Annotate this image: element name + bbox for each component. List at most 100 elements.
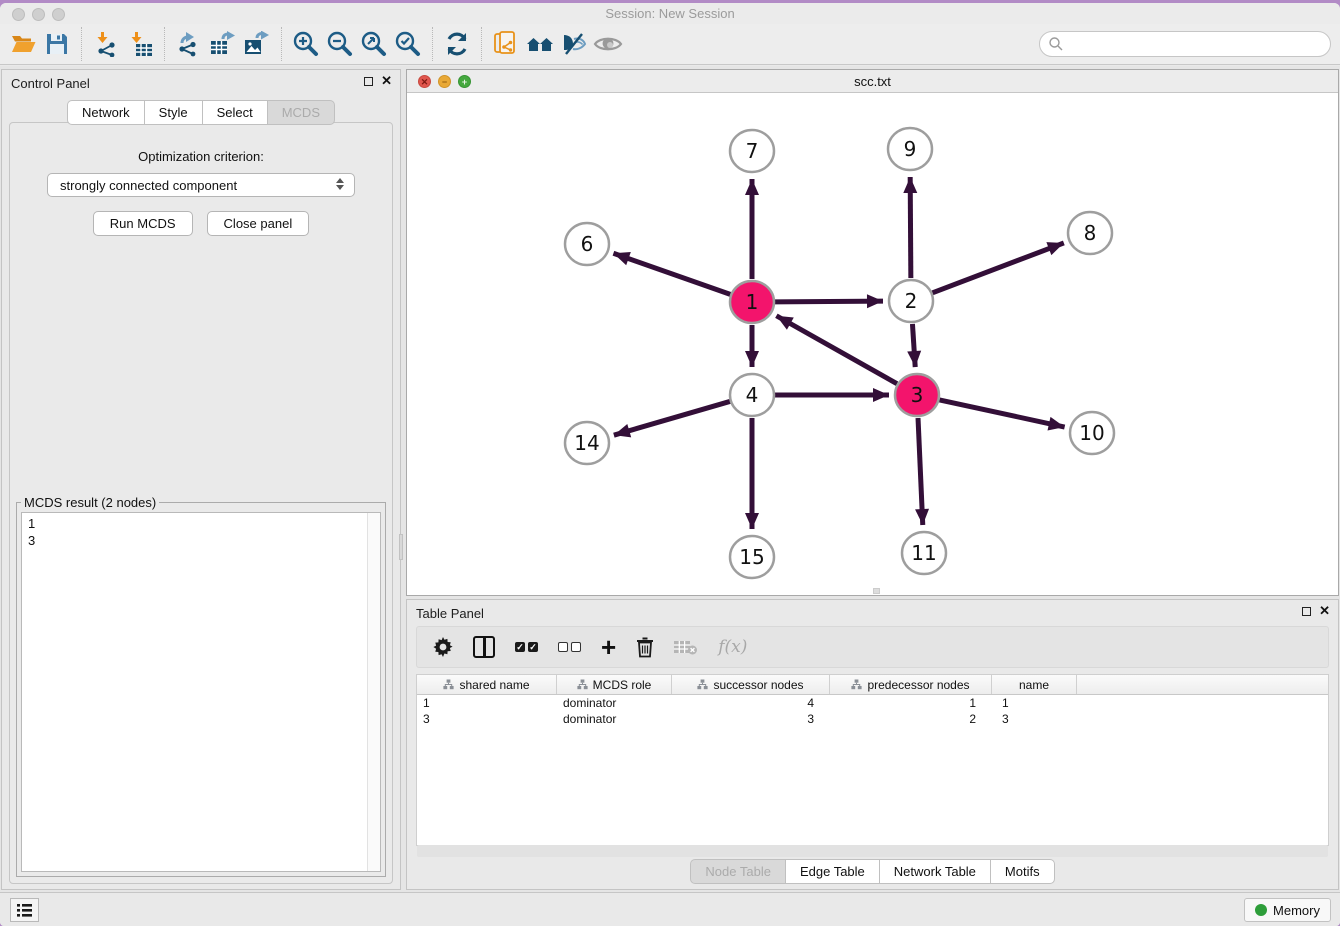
float-panel-icon[interactable] (364, 77, 373, 86)
cell-shared-name[interactable]: 1 (417, 695, 557, 711)
tab-style[interactable]: Style (144, 100, 202, 125)
export-table-icon[interactable] (206, 28, 240, 60)
window-title: Session: New Session (0, 6, 1340, 21)
main-toolbar (0, 24, 1340, 65)
graph-node-8[interactable]: 8 (1068, 212, 1112, 254)
memory-button[interactable]: Memory (1244, 898, 1331, 922)
select-all-columns-icon[interactable]: ✓✓ (515, 642, 538, 652)
cell-name[interactable]: 1 (992, 695, 1077, 711)
svg-text:9: 9 (904, 137, 917, 161)
export-image-icon[interactable] (240, 28, 274, 60)
zoom-out-icon[interactable] (323, 28, 357, 60)
import-network-icon[interactable] (89, 28, 123, 60)
column-header-successor-nodes[interactable]: successor nodes (672, 675, 830, 694)
column-browser-icon[interactable] (473, 636, 495, 658)
table-row[interactable]: 3 dominator 3 2 3 (417, 711, 1328, 727)
network-graph[interactable]: 7 9 6 8 1 2 4 3 14 10 15 11 (408, 94, 1338, 596)
add-column-icon[interactable]: + (601, 637, 616, 657)
search-input[interactable] (1039, 31, 1331, 57)
graph-edge-2-9[interactable] (910, 177, 911, 278)
cell-mcds-role[interactable]: dominator (557, 711, 672, 727)
first-neighbors-icon[interactable] (523, 28, 557, 60)
open-file-icon[interactable] (6, 28, 40, 60)
column-header-mcds-role[interactable]: MCDS role (557, 675, 672, 694)
trash-icon[interactable] (636, 637, 654, 658)
column-header-shared-name[interactable]: shared name (417, 675, 557, 694)
mcds-result-title: MCDS result (2 nodes) (21, 495, 159, 510)
task-history-button[interactable] (10, 898, 39, 922)
hierarchy-icon (697, 679, 708, 690)
close-panel-icon[interactable]: ✕ (381, 76, 392, 86)
graph-edge-3-10[interactable] (939, 400, 1064, 427)
graph-node-7[interactable]: 7 (730, 130, 774, 172)
zoom-fit-icon[interactable] (357, 28, 391, 60)
column-header-name[interactable]: name (992, 675, 1077, 694)
graph-node-4[interactable]: 4 (730, 374, 774, 416)
graph-node-3[interactable]: 3 (895, 374, 939, 416)
zoom-in-icon[interactable] (289, 28, 323, 60)
svg-text:8: 8 (1084, 221, 1097, 245)
export-network-icon[interactable] (172, 28, 206, 60)
graph-node-15[interactable]: 15 (730, 536, 774, 578)
tab-mcds[interactable]: MCDS (267, 100, 335, 125)
cell-mcds-role[interactable]: dominator (557, 695, 672, 711)
horizontal-scrollbar[interactable] (417, 845, 1328, 857)
graph-edge-2-8[interactable] (933, 243, 1064, 293)
toolbar-separator (432, 27, 433, 61)
mcds-result-item[interactable]: 1 (28, 515, 374, 532)
optimization-criterion-label: Optimization criterion: (10, 149, 392, 164)
graph-node-11[interactable]: 11 (902, 532, 946, 574)
optimization-criterion-value: strongly connected component (60, 178, 237, 193)
graph-edge-1-2[interactable] (775, 301, 883, 302)
close-panel-button[interactable]: Close panel (207, 211, 310, 236)
tab-network[interactable]: Network (67, 100, 144, 125)
tab-select[interactable]: Select (202, 100, 267, 125)
graph-node-1[interactable]: 1 (730, 281, 774, 323)
cell-shared-name[interactable]: 3 (417, 711, 557, 727)
list-icon (16, 903, 33, 918)
graph-edge-3-1[interactable] (776, 316, 897, 384)
column-header-predecessor-nodes[interactable]: predecessor nodes (830, 675, 992, 694)
close-panel-icon[interactable]: ✕ (1319, 606, 1330, 616)
tab-motifs[interactable]: Motifs (990, 859, 1055, 884)
cell-successor-nodes[interactable]: 3 (672, 711, 830, 727)
cell-predecessor-nodes[interactable]: 2 (830, 711, 992, 727)
import-table-icon[interactable] (123, 28, 157, 60)
table-row[interactable]: 1 dominator 4 1 1 (417, 695, 1328, 711)
cell-predecessor-nodes[interactable]: 1 (830, 695, 992, 711)
tab-edge-table[interactable]: Edge Table (785, 859, 879, 884)
graph-edge-3-11[interactable] (918, 418, 923, 525)
optimization-criterion-select[interactable]: strongly connected component (47, 173, 355, 197)
zoom-selected-icon[interactable] (391, 28, 425, 60)
toolbar-separator (281, 27, 282, 61)
cell-name[interactable]: 3 (992, 711, 1077, 727)
save-session-icon[interactable] (40, 28, 74, 60)
graph-node-2[interactable]: 2 (889, 280, 933, 322)
graph-node-9[interactable]: 9 (888, 128, 932, 170)
graph-node-10[interactable]: 10 (1070, 412, 1114, 454)
graph-edge-4-14[interactable] (614, 401, 730, 435)
graph-edge-1-6[interactable] (613, 253, 730, 294)
mcds-result-fieldset: MCDS result (2 nodes) 1 3 (16, 495, 386, 877)
run-mcds-button[interactable]: Run MCDS (93, 211, 193, 236)
mcds-result-list[interactable]: 1 3 (21, 512, 381, 872)
hierarchy-icon (443, 679, 454, 690)
graph-edge-2-3[interactable] (912, 324, 915, 367)
network-canvas[interactable]: 7 9 6 8 1 2 4 3 14 10 15 11 (408, 94, 1337, 594)
graph-node-6[interactable]: 6 (565, 223, 609, 265)
gear-icon[interactable] (433, 637, 453, 657)
scrollbar[interactable] (367, 513, 380, 871)
apply-layout-icon[interactable] (440, 28, 474, 60)
unselect-all-columns-icon[interactable] (558, 642, 581, 652)
cell-successor-nodes[interactable]: 4 (672, 695, 830, 711)
hide-details-icon[interactable] (557, 28, 591, 60)
float-panel-icon[interactable] (1302, 607, 1311, 616)
clone-network-icon[interactable] (489, 28, 523, 60)
tab-node-table[interactable]: Node Table (690, 859, 785, 884)
vertical-splitter-grip[interactable] (399, 534, 403, 560)
show-details-icon[interactable] (591, 28, 625, 60)
tab-network-table[interactable]: Network Table (879, 859, 990, 884)
splitter-grip[interactable] (873, 588, 880, 594)
mcds-result-item[interactable]: 3 (28, 532, 374, 549)
graph-node-14[interactable]: 14 (565, 422, 609, 464)
